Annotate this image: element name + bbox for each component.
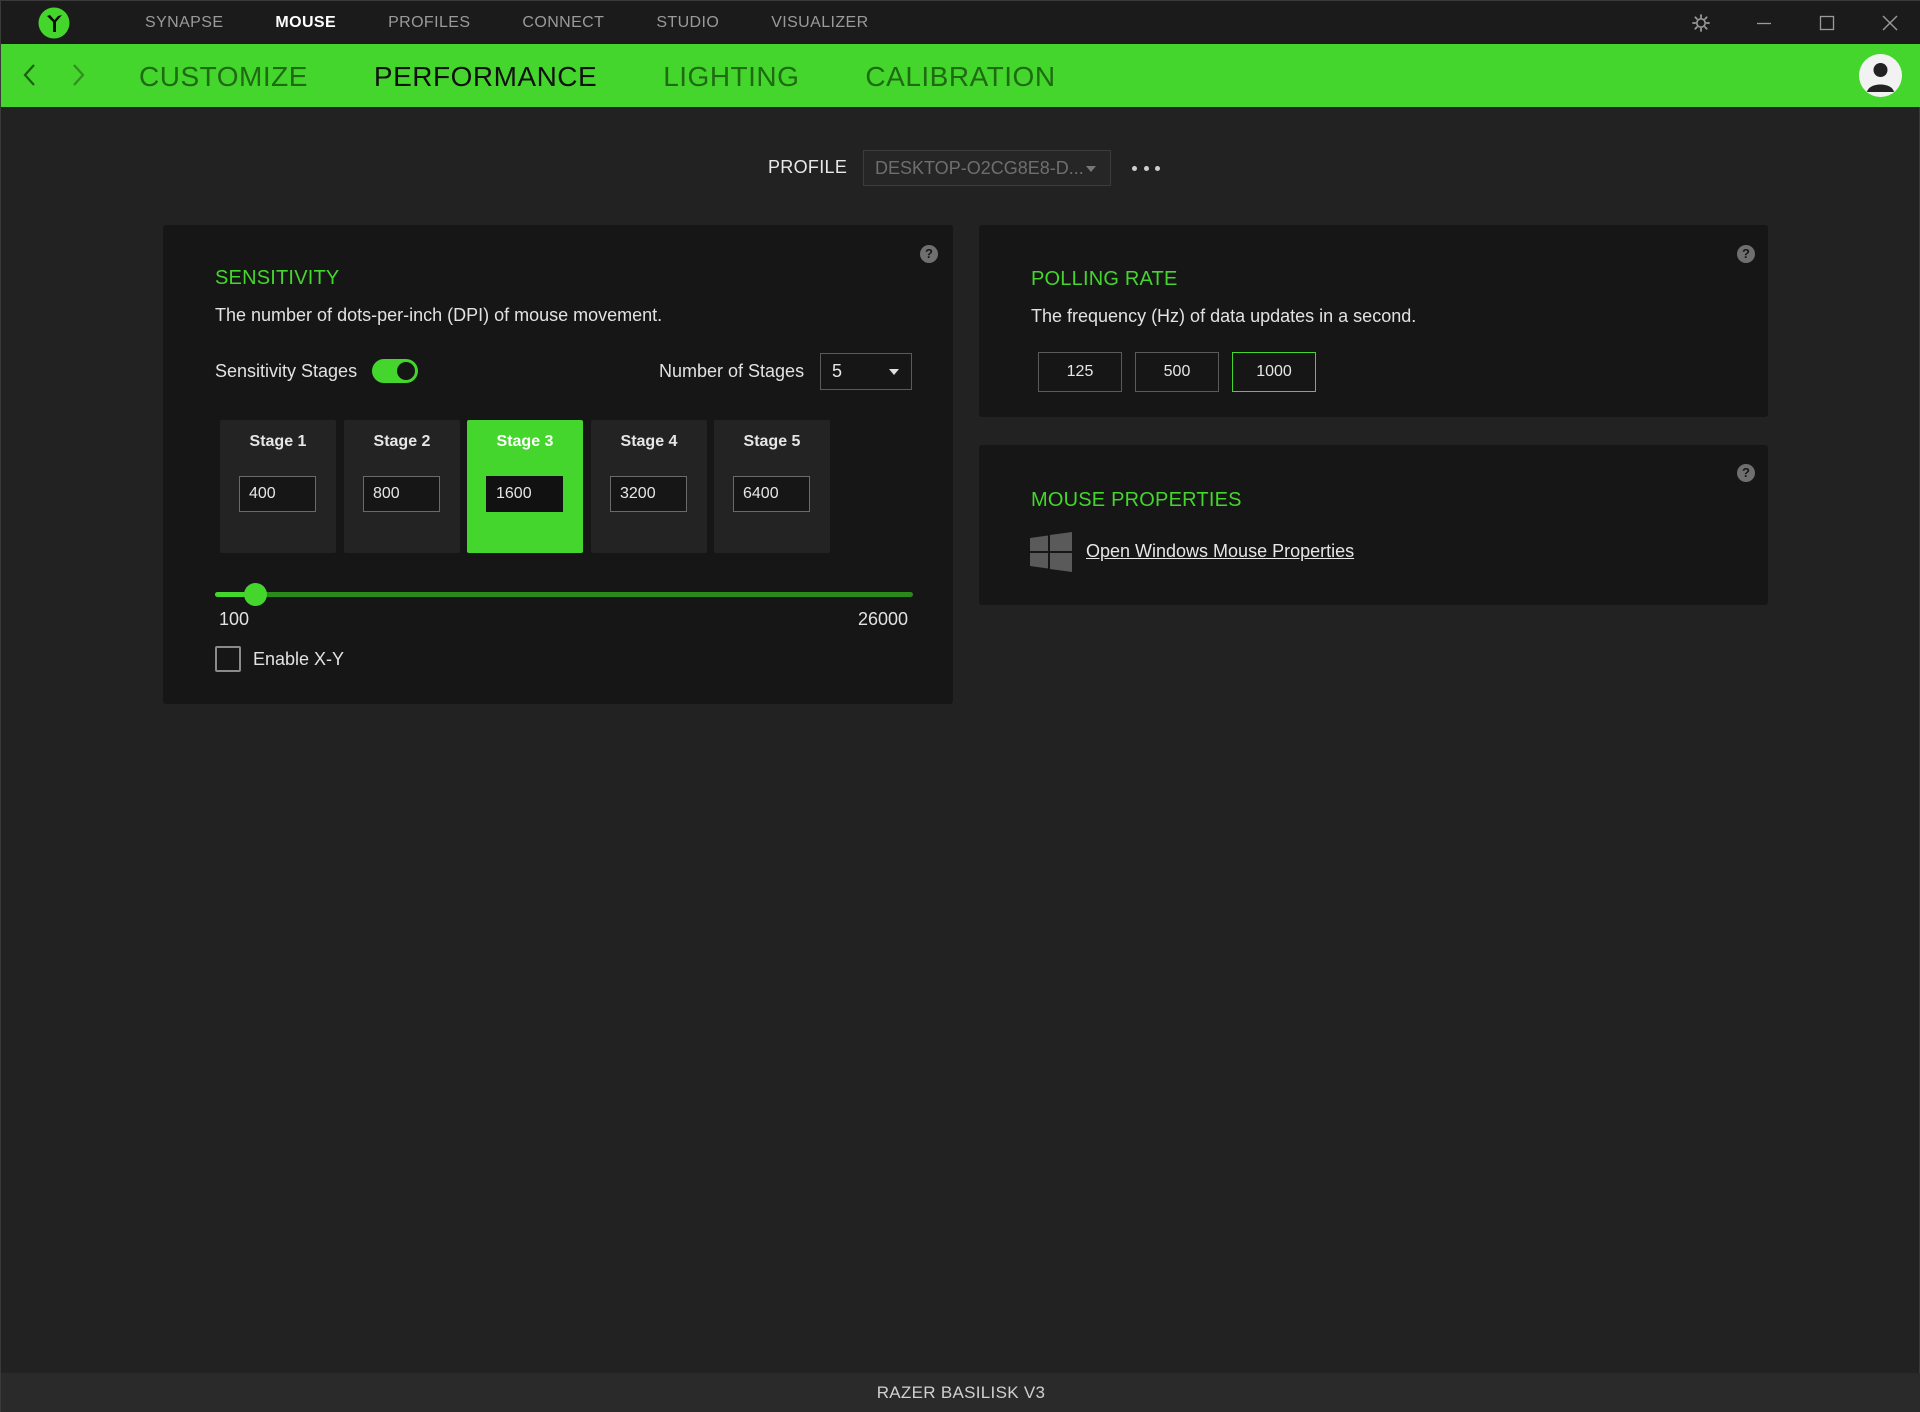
stage-3-dpi-input[interactable]: 1600 bbox=[486, 476, 563, 512]
number-of-stages-label: Number of Stages bbox=[659, 361, 805, 381]
stage-4-dpi-input[interactable]: 3200 bbox=[610, 476, 687, 512]
polling-rate-1000-button[interactable]: 1000 bbox=[1232, 352, 1316, 392]
device-name-footer: RAZER BASILISK V3 bbox=[1, 1373, 1920, 1412]
stage-2-dpi-input[interactable]: 800 bbox=[363, 476, 440, 512]
maximize-button[interactable] bbox=[1795, 1, 1858, 44]
dot-icon bbox=[1143, 165, 1149, 171]
polling-rate-description: The frequency (Hz) of data updates in a … bbox=[1031, 306, 1417, 326]
stage-2-card[interactable]: Stage 2 800 bbox=[344, 420, 460, 553]
stage-3-label: Stage 3 bbox=[496, 433, 554, 450]
synapse-window: SYNAPSE MOUSE PROFILES CONNECT STUDIO VI… bbox=[0, 0, 1920, 1412]
stage-1-label: Stage 1 bbox=[249, 433, 307, 450]
polling-rate-panel: ? POLLING RATE The frequency (Hz) of dat… bbox=[979, 225, 1768, 417]
stage-3-card[interactable]: Stage 3 1600 bbox=[467, 420, 583, 553]
tab-calibration[interactable]: CALIBRATION bbox=[865, 44, 1055, 107]
tab-lighting[interactable]: LIGHTING bbox=[663, 44, 799, 107]
profile-label: PROFILE bbox=[768, 157, 848, 177]
caret-down-icon bbox=[1086, 166, 1096, 172]
polling-rate-125-button[interactable]: 125 bbox=[1038, 352, 1122, 392]
caret-down-icon bbox=[889, 369, 899, 375]
top-nav-profiles[interactable]: PROFILES bbox=[362, 1, 496, 44]
top-nav-synapse[interactable]: SYNAPSE bbox=[119, 1, 249, 44]
back-button[interactable] bbox=[15, 60, 45, 90]
stage-5-dpi-input[interactable]: 6400 bbox=[733, 476, 810, 512]
dpi-slider-thumb[interactable] bbox=[244, 583, 268, 606]
top-nav-connect[interactable]: CONNECT bbox=[496, 1, 630, 44]
chevron-left-icon bbox=[23, 64, 35, 86]
enable-xy-checkbox[interactable] bbox=[215, 646, 241, 672]
forward-button[interactable] bbox=[63, 60, 93, 90]
stage-1-card[interactable]: Stage 1 400 bbox=[220, 420, 336, 553]
stage-4-label: Stage 4 bbox=[620, 433, 678, 450]
sensitivity-title: SENSITIVITY bbox=[215, 267, 340, 289]
help-icon[interactable]: ? bbox=[1737, 464, 1755, 482]
tab-performance[interactable]: PERFORMANCE bbox=[374, 44, 597, 107]
polling-rate-title: POLLING RATE bbox=[1031, 268, 1178, 290]
more-options-button[interactable] bbox=[1132, 159, 1160, 177]
stage-2-label: Stage 2 bbox=[373, 433, 431, 450]
minimize-button[interactable] bbox=[1732, 1, 1795, 44]
open-mouse-properties-link[interactable]: Open Windows Mouse Properties bbox=[1086, 541, 1354, 562]
stage-5-label: Stage 5 bbox=[743, 433, 801, 450]
sub-nav: CUSTOMIZE PERFORMANCE LIGHTING CALIBRATI… bbox=[139, 44, 1122, 107]
windows-logo-icon bbox=[1030, 532, 1072, 572]
sensitivity-description: The number of dots-per-inch (DPI) of mou… bbox=[215, 305, 663, 325]
top-nav-visualizer[interactable]: VISUALIZER bbox=[745, 1, 894, 44]
mouse-properties-panel: ? MOUSE PROPERTIES Open Windows Mouse Pr… bbox=[979, 445, 1768, 605]
top-nav: SYNAPSE MOUSE PROFILES CONNECT STUDIO VI… bbox=[119, 1, 895, 44]
help-icon[interactable]: ? bbox=[920, 245, 938, 263]
mouse-properties-title: MOUSE PROPERTIES bbox=[1031, 489, 1242, 511]
close-button[interactable] bbox=[1858, 1, 1920, 44]
close-icon bbox=[1882, 15, 1897, 30]
number-of-stages-value: 5 bbox=[832, 361, 843, 381]
profile-dropdown[interactable]: DESKTOP-O2CG8E8-D... bbox=[863, 150, 1111, 186]
number-of-stages-dropdown[interactable]: 5 bbox=[820, 353, 912, 390]
dpi-slider-max: 26000 bbox=[857, 609, 908, 629]
stage-1-dpi-input[interactable]: 400 bbox=[239, 476, 316, 512]
gear-icon bbox=[1691, 13, 1710, 32]
razer-logo-icon[interactable] bbox=[38, 7, 70, 39]
chevron-right-icon bbox=[73, 64, 85, 86]
user-icon bbox=[1867, 63, 1894, 92]
top-nav-studio[interactable]: STUDIO bbox=[630, 1, 745, 44]
sensitivity-stages-label: Sensitivity Stages bbox=[215, 361, 358, 381]
minimize-icon bbox=[1756, 22, 1771, 24]
window-controls bbox=[1669, 1, 1920, 44]
help-icon[interactable]: ? bbox=[1737, 245, 1755, 263]
polling-rate-500-button[interactable]: 500 bbox=[1135, 352, 1219, 392]
dpi-slider-min: 100 bbox=[219, 609, 250, 629]
sensitivity-stages-toggle[interactable] bbox=[372, 359, 418, 383]
title-bar: SYNAPSE MOUSE PROFILES CONNECT STUDIO VI… bbox=[1, 1, 1920, 44]
profile-selected-value: DESKTOP-O2CG8E8-D... bbox=[875, 158, 1084, 178]
maximize-icon bbox=[1819, 15, 1834, 30]
dot-icon bbox=[1132, 165, 1137, 171]
tab-customize[interactable]: CUSTOMIZE bbox=[139, 44, 308, 107]
toggle-knob bbox=[397, 362, 415, 380]
top-nav-mouse[interactable]: MOUSE bbox=[249, 1, 362, 44]
settings-button[interactable] bbox=[1669, 1, 1732, 44]
dpi-slider[interactable] bbox=[215, 583, 913, 606]
avatar[interactable] bbox=[1859, 54, 1902, 97]
dot-icon bbox=[1155, 165, 1160, 171]
enable-xy-label: Enable X-Y bbox=[253, 649, 345, 669]
sensitivity-panel: ? SENSITIVITY The number of dots-per-inc… bbox=[163, 225, 953, 704]
sub-nav-bar: CUSTOMIZE PERFORMANCE LIGHTING CALIBRATI… bbox=[1, 44, 1920, 107]
stage-4-card[interactable]: Stage 4 3200 bbox=[591, 420, 707, 553]
stage-5-card[interactable]: Stage 5 6400 bbox=[714, 420, 830, 553]
